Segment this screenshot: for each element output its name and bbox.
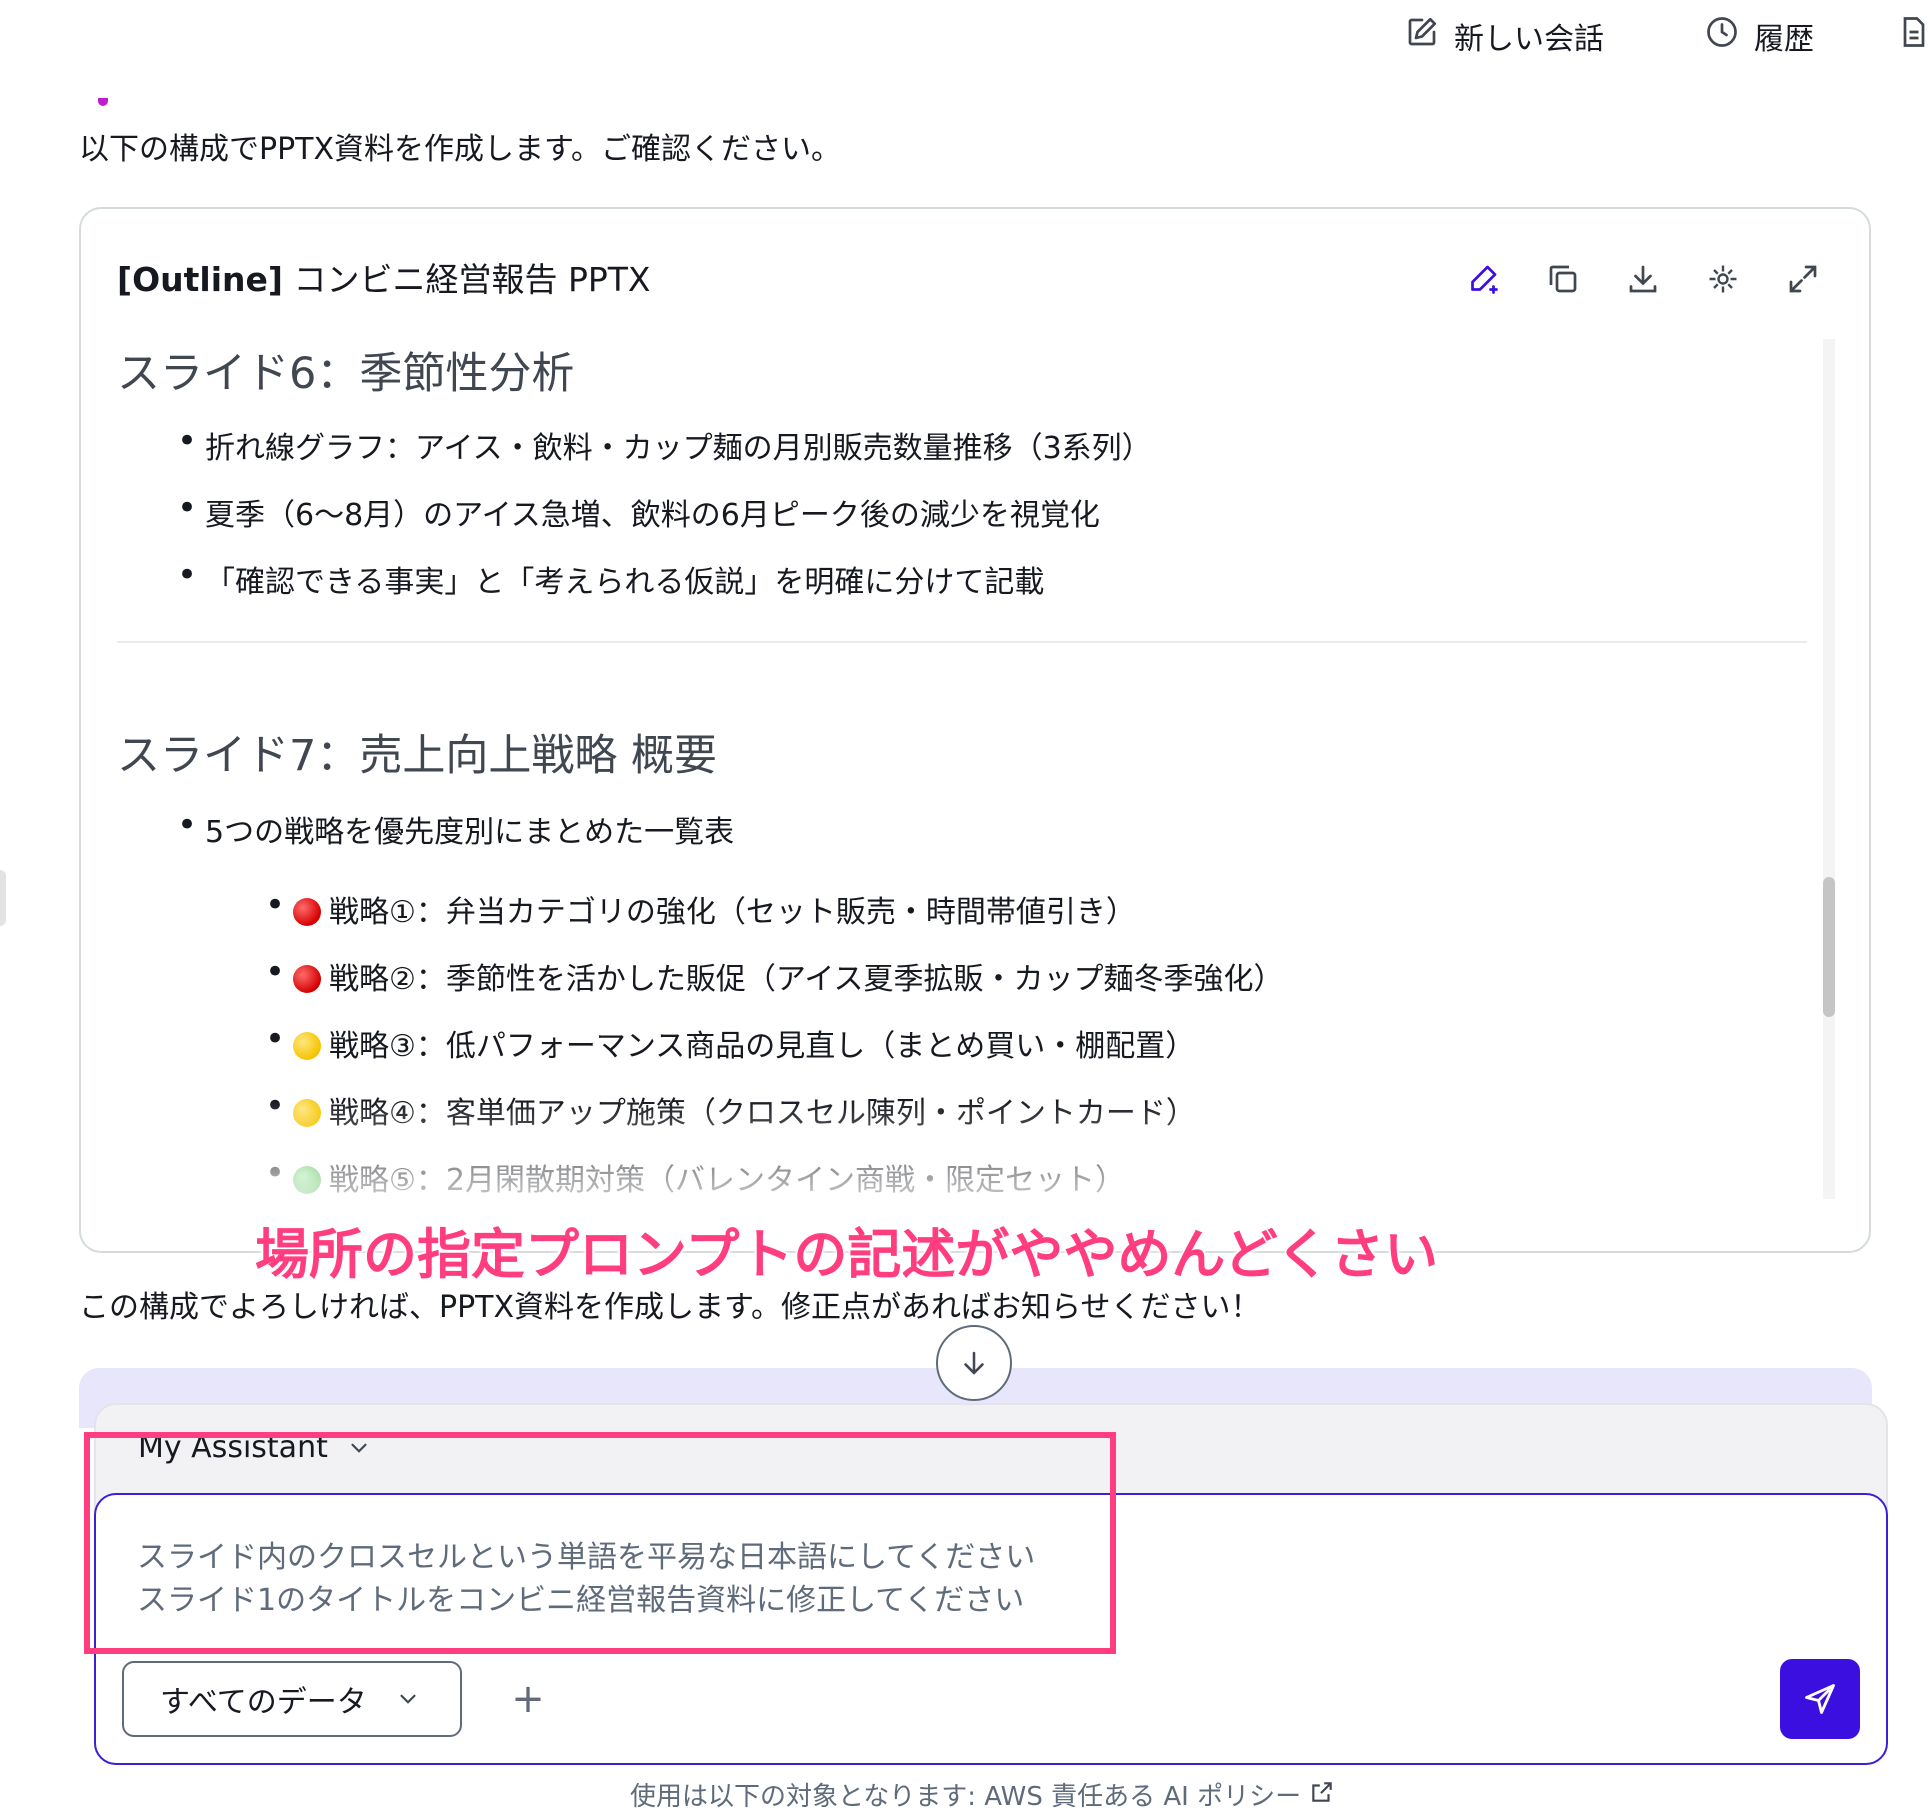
strategy-text: 戦略②：季節性を活かした販促（アイス夏季拡販・カップ麺冬季強化） — [329, 962, 1284, 997]
intro-text: 以下の構成でPPTX資料を作成します。ご確認ください。 — [79, 132, 842, 167]
outline-tag: [Outline] — [117, 260, 283, 299]
strategy-item: 戦略③：低パフォーマンス商品の見直し（まとめ買い・棚配置） — [265, 1019, 1196, 1065]
send-button[interactable] — [1780, 1659, 1860, 1739]
assistant-selector[interactable]: My Assistant — [138, 1430, 372, 1465]
arrow-down-icon — [964, 1351, 984, 1375]
outline-card: [Outline] コンビニ経営報告 PPTX スライド6：季節性分析 • 折れ… — [79, 207, 1871, 1253]
document-button[interactable] — [1896, 14, 1932, 58]
policy-label: 使用は以下の対象となります: AWS 責任ある AI ポリシー — [630, 1782, 1302, 1812]
strategy-text: 戦略①：弁当カテゴリの強化（セット販売・時間帯値引き） — [329, 895, 1136, 930]
strategy-text: 戦略④：客単価アップ施策（クロスセル陳列・ポイントカード） — [329, 1096, 1196, 1131]
list-item: 夏季（6〜8月）のアイス急増、飲料の6月ピーク後の減少を視覚化 — [177, 488, 1100, 534]
copy-icon[interactable] — [1545, 261, 1581, 297]
side-panel-handle[interactable] — [0, 870, 6, 926]
strategy-item: 戦略①：弁当カテゴリの強化（セット販売・時間帯値引き） — [265, 885, 1136, 931]
prompt-line: スライド内のクロスセルという単語を平易な日本語にしてください — [137, 1540, 1036, 1575]
outline-title-text: コンビニ経営報告 PPTX — [282, 260, 651, 299]
external-link-icon[interactable] — [1309, 1779, 1335, 1805]
history-label: 履歴 — [1754, 22, 1814, 57]
assistant-label: My Assistant — [138, 1430, 328, 1465]
clock-icon — [1704, 14, 1740, 58]
green-circle-icon — [293, 1166, 321, 1194]
chevron-down-icon — [400, 1694, 416, 1704]
scrollbar-track[interactable] — [1823, 339, 1835, 1199]
edit-icon[interactable] — [1465, 261, 1501, 297]
strategy-item: 戦略②：季節性を活かした販促（アイス夏季拡販・カップ麺冬季強化） — [265, 952, 1284, 998]
strategy-text: 戦略③：低パフォーマンス商品の見直し（まとめ買い・棚配置） — [329, 1029, 1196, 1064]
prompt-line: スライド1のタイトルをコンビニ経営報告資料に修正してください — [137, 1583, 1025, 1618]
strategy-text: 戦略⑤：2月閑散期対策（バレンタイン商戦・限定セット） — [329, 1163, 1125, 1198]
download-icon[interactable] — [1625, 261, 1661, 297]
add-attachment-button[interactable]: + — [502, 1673, 554, 1725]
outline-card-title: [Outline] コンビニ経営報告 PPTX — [117, 253, 651, 301]
edit-square-icon — [1404, 14, 1440, 58]
list-item: 「確認できる事実」と「考えられる仮説」を明確に分けて記載 — [177, 555, 1044, 601]
strategy-item: 戦略④：客単価アップ施策（クロスセル陳列・ポイントカード） — [265, 1086, 1196, 1132]
chevron-down-icon — [351, 1443, 367, 1453]
expand-icon[interactable] — [1785, 261, 1821, 297]
scrollbar-thumb[interactable] — [1823, 877, 1835, 1017]
document-icon — [1896, 14, 1932, 58]
send-icon — [1805, 1684, 1835, 1714]
ai-sparkle-icon[interactable] — [1705, 261, 1741, 297]
new-chat-button[interactable]: 新しい会話 — [1404, 14, 1604, 58]
card-toolbar — [1465, 261, 1821, 297]
slide6-heading: スライド6：季節性分析 — [117, 349, 575, 399]
scroll-to-bottom-button[interactable] — [936, 1325, 1012, 1401]
red-circle-icon — [293, 965, 321, 993]
outline-content[interactable]: スライド6：季節性分析 折れ線グラフ：アイス・飲料・カップ麺の月別販売数量推移（… — [117, 339, 1807, 1219]
red-circle-icon — [293, 898, 321, 926]
plus-icon: + — [511, 1676, 545, 1722]
yellow-circle-icon — [293, 1032, 321, 1060]
data-source-select[interactable]: すべてのデータ — [122, 1661, 462, 1737]
assistant-avatar-mark — [98, 98, 108, 106]
list-item: 5つの戦略を優先度別にまとめた一覧表 — [177, 805, 734, 851]
annotation-caption: 場所の指定プロンプトの記述がややめんどくさい — [253, 1222, 1439, 1288]
list-item: 折れ線グラフ：アイス・飲料・カップ麺の月別販売数量推移（3系列） — [177, 421, 1152, 467]
yellow-circle-icon — [293, 1099, 321, 1127]
new-chat-label: 新しい会話 — [1454, 22, 1604, 57]
section-divider — [117, 641, 1807, 643]
data-source-label: すべてのデータ — [160, 1685, 367, 1720]
policy-text: 使用は以下の対象となります: AWS 責任ある AI ポリシー — [630, 1776, 1335, 1813]
slide7-heading: スライド7：売上向上戦略 概要 — [117, 731, 718, 781]
strategy-item: 戦略⑤：2月閑散期対策（バレンタイン商戦・限定セット） — [265, 1153, 1125, 1199]
history-button[interactable]: 履歴 — [1704, 14, 1814, 58]
